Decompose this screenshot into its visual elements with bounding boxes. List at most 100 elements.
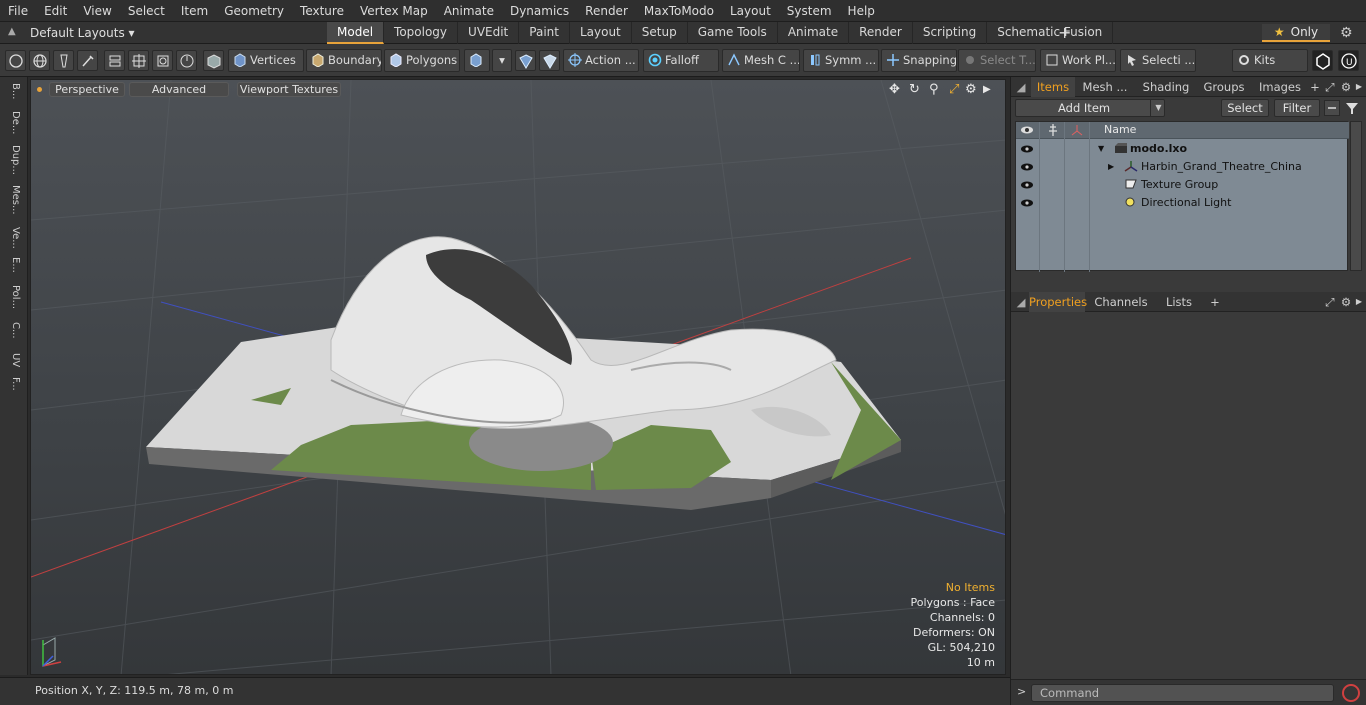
viewport-textures-button[interactable]: Viewport Textures — [237, 82, 341, 97]
tab-topology[interactable]: Topology — [384, 22, 459, 44]
viewport-arrow-icon[interactable]: ▶ — [983, 84, 991, 95]
tab-groups[interactable]: Groups — [1199, 77, 1249, 97]
viewport-gear-icon[interactable]: ⚙ — [965, 82, 977, 97]
menu-maxtomodo[interactable]: MaxToModo — [636, 0, 722, 22]
tab-lists[interactable]: Lists — [1153, 292, 1205, 312]
perspective-button[interactable]: Perspective — [49, 82, 125, 97]
menu-file[interactable]: File — [0, 0, 36, 22]
add-tab-plus-icon[interactable]: + — [1058, 23, 1071, 42]
pan-icon[interactable]: ✥ — [889, 82, 900, 97]
select-button[interactable]: Select — [1221, 99, 1269, 117]
pen-icon[interactable] — [53, 50, 74, 71]
eye-icon[interactable] — [1020, 178, 1034, 192]
add-item-button[interactable]: Add Item ▼ — [1015, 99, 1165, 117]
strip-tab-curve[interactable]: C... — [5, 322, 21, 339]
3d-viewport[interactable]: Perspective Advanced Viewport Textures ✥… — [30, 79, 1006, 675]
rotate-icon[interactable]: ↻ — [909, 82, 920, 97]
lock-pin-icon[interactable] — [1046, 123, 1060, 140]
tab-channels[interactable]: Channels — [1093, 292, 1149, 312]
strip-tab-edge[interactable]: E... — [5, 257, 21, 273]
timer-icon[interactable] — [176, 50, 197, 71]
strip-tab-deform[interactable]: De... — [5, 111, 21, 134]
panel-arrow-icon[interactable]: ▶ — [1354, 292, 1364, 312]
tab-schematic-fusion[interactable]: Schematic Fusion — [987, 22, 1114, 44]
strip-tab-duplicate[interactable]: Dup... — [5, 145, 21, 175]
falloff-button[interactable]: Falloff — [643, 49, 719, 72]
menu-dynamics[interactable]: Dynamics — [502, 0, 577, 22]
tab-setup[interactable]: Setup — [632, 22, 688, 44]
selection-sets-button[interactable]: Selecti ... — [1120, 49, 1196, 72]
expand-triangle-icon[interactable]: ▼ — [1098, 144, 1104, 153]
viewport-menu-dot-icon[interactable] — [37, 87, 42, 92]
add-panel-tab-plus-icon[interactable]: + — [1309, 77, 1321, 97]
snapping-button[interactable]: Snapping — [881, 49, 957, 72]
add-panel-tab-plus-icon[interactable]: + — [1209, 292, 1221, 312]
layout-select[interactable]: Default Layouts ▾ — [30, 24, 135, 42]
command-input[interactable]: Command — [1031, 684, 1334, 702]
menu-item[interactable]: Item — [173, 0, 216, 22]
viewport-scene[interactable] — [31, 80, 1006, 675]
expand-triangle-icon[interactable]: ▶ — [1108, 162, 1114, 171]
record-icon[interactable] — [1342, 684, 1360, 702]
action-button[interactable]: Action ... — [563, 49, 639, 72]
panel-menu-icon[interactable]: ◢ — [1015, 77, 1027, 97]
strip-tab-polygon[interactable]: Pol... — [5, 285, 21, 309]
menu-geometry[interactable]: Geometry — [216, 0, 292, 22]
menu-render[interactable]: Render — [577, 0, 636, 22]
shield-alt-icon[interactable] — [539, 50, 560, 71]
tab-render[interactable]: Render — [849, 22, 913, 44]
tree-row-mesh[interactable]: ▶ Harbin_Grand_Theatre_China — [1016, 158, 1349, 176]
menu-layout[interactable]: Layout — [722, 0, 779, 22]
eye-icon[interactable] — [1020, 142, 1034, 156]
only-button[interactable]: ★ Only — [1262, 24, 1330, 42]
menu-select[interactable]: Select — [120, 0, 173, 22]
tab-game-tools[interactable]: Game Tools — [688, 22, 778, 44]
menu-vertex-map[interactable]: Vertex Map — [352, 0, 436, 22]
center-icon[interactable] — [128, 50, 149, 71]
advanced-button[interactable]: Advanced — [129, 82, 229, 97]
eye-icon[interactable] — [1020, 160, 1034, 174]
menu-help[interactable]: Help — [840, 0, 883, 22]
strip-tab-mesh-edit[interactable]: Mes... — [5, 185, 21, 215]
shield-icon[interactable] — [515, 50, 536, 71]
items-scrollbar[interactable] — [1350, 121, 1362, 271]
visibility-eye-icon[interactable] — [1020, 123, 1034, 140]
menu-view[interactable]: View — [75, 0, 119, 22]
filter-button[interactable]: Filter — [1274, 99, 1320, 117]
locator-axes-icon[interactable] — [1070, 123, 1084, 140]
zoom-icon[interactable]: ⚲ — [929, 82, 939, 97]
tree-row-scene[interactable]: ▼ modo.lxo — [1016, 140, 1349, 158]
select-circle-icon[interactable] — [5, 50, 26, 71]
align-icon[interactable] — [104, 50, 125, 71]
mesh-constraint-button[interactable]: Mesh C ... — [722, 49, 800, 72]
tab-items[interactable]: Items — [1031, 77, 1075, 97]
panel-menu-icon[interactable]: ◢ — [1015, 292, 1027, 312]
panel-gear-icon[interactable]: ⚙ — [1339, 77, 1353, 97]
tab-animate[interactable]: Animate — [778, 22, 850, 44]
menu-edit[interactable]: Edit — [36, 0, 75, 22]
polygons-button[interactable]: Polygons — [384, 49, 460, 72]
tab-images[interactable]: Images — [1253, 77, 1307, 97]
kits-button[interactable]: Kits — [1232, 49, 1308, 72]
eye-icon[interactable] — [1020, 196, 1034, 210]
maximize-icon[interactable]: ⤢ — [949, 82, 959, 97]
unity-icon[interactable] — [1312, 50, 1333, 71]
strip-tab-uv[interactable]: UV — [5, 353, 21, 367]
tab-shading[interactable]: Shading — [1135, 77, 1197, 97]
tab-properties[interactable]: Properties — [1029, 292, 1087, 312]
tab-layout[interactable]: Layout — [570, 22, 632, 44]
panel-expand-icon[interactable]: ⤢ — [1323, 77, 1337, 97]
symmetry-button[interactable]: Symm ... — [803, 49, 879, 72]
boundary-button[interactable]: Boundary — [306, 49, 382, 72]
layout-up-arrow-icon[interactable]: ▲ — [8, 26, 16, 37]
panel-arrow-icon[interactable]: ▶ — [1354, 77, 1364, 97]
tab-paint[interactable]: Paint — [519, 22, 570, 44]
unreal-icon[interactable]: U — [1338, 50, 1359, 71]
funnel-icon[interactable] — [1344, 100, 1360, 119]
brush-icon[interactable] — [77, 50, 98, 71]
menu-animate[interactable]: Animate — [436, 0, 502, 22]
mode-dropdown-button[interactable]: ▾ — [492, 49, 512, 72]
column-name-header[interactable]: Name — [1104, 123, 1136, 136]
tree-row-texture-group[interactable]: Texture Group — [1016, 176, 1349, 194]
tree-row-directional-light[interactable]: Directional Light — [1016, 194, 1349, 212]
